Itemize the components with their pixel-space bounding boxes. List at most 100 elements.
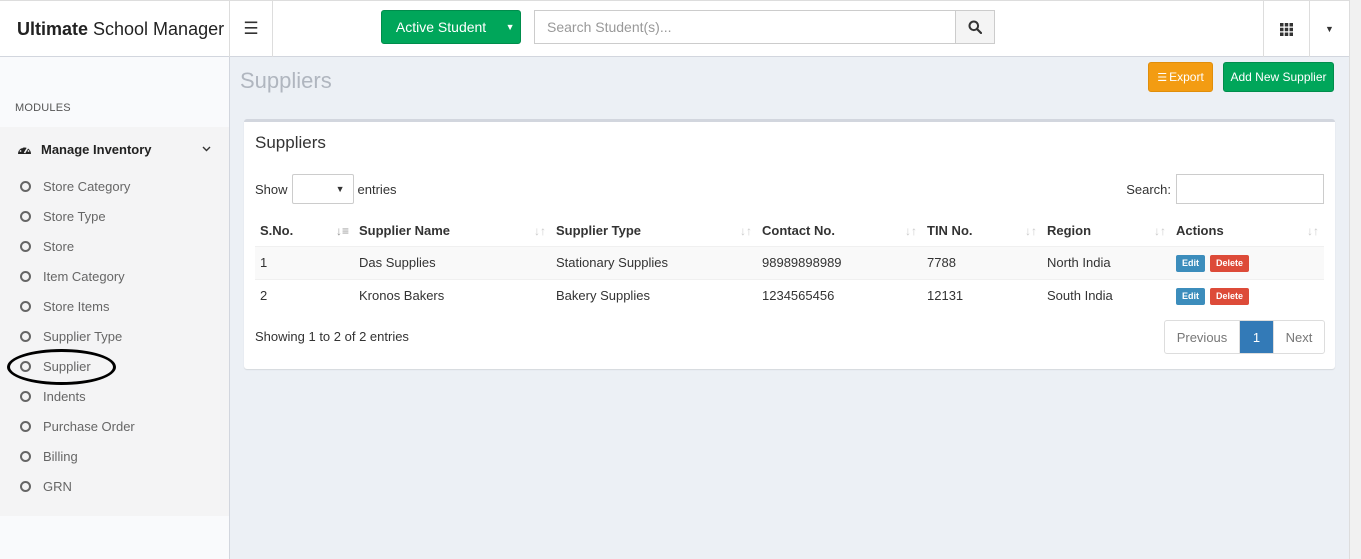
cell-actions: Edit Delete	[1171, 278, 1324, 312]
circle-icon	[20, 330, 31, 342]
student-search-input[interactable]	[535, 11, 955, 43]
search-label: Search:	[1126, 181, 1171, 197]
circle-icon	[20, 300, 31, 312]
header-label: Supplier Name	[359, 223, 451, 239]
pagination-previous[interactable]: Previous	[1165, 321, 1240, 353]
box-title: Suppliers	[255, 133, 326, 152]
column-header-actions[interactable]: Actions ↓↑	[1171, 216, 1324, 247]
sidebar-item-grn[interactable]: GRN	[0, 471, 229, 501]
sidebar-section-label: Manage Inventory	[41, 141, 152, 157]
dashboard-icon	[18, 144, 31, 154]
sidebar-item-billing[interactable]: Billing	[0, 441, 229, 471]
entries-label: entries	[357, 181, 397, 197]
student-search	[534, 10, 995, 44]
delete-button[interactable]: Delete	[1210, 287, 1250, 305]
circle-icon	[20, 450, 31, 462]
apps-grid-button[interactable]	[1263, 1, 1309, 57]
top-header: Ultimate School Manager ☰ Active Student…	[0, 0, 1361, 57]
cell-supplier-name: Das Supplies	[354, 245, 551, 279]
page-title: Suppliers	[240, 68, 332, 93]
table-info: Showing 1 to 2 of 2 entries	[255, 329, 409, 344]
table-row: 2 Kronos Bakers Bakery Supplies 12345654…	[255, 278, 1324, 312]
column-header-region[interactable]: Region ↓↑	[1042, 216, 1171, 247]
cell-sno: 2	[255, 278, 354, 312]
cell-region: North India	[1042, 245, 1171, 279]
manage-inventory-menu: Manage Inventory Store Category Store Ty…	[0, 127, 229, 516]
caret-down-icon: ▼	[1325, 24, 1334, 34]
sidebar-item-supplier-type[interactable]: Supplier Type	[0, 321, 229, 351]
cell-supplier-type: Stationary Supplies	[551, 245, 757, 279]
menu-toggle-icon[interactable]: ☰	[230, 1, 273, 57]
page-length-control: Show ▼ entries	[255, 174, 397, 204]
user-menu-toggle[interactable]: ▼	[1309, 1, 1349, 57]
modules-heading: MODULES	[15, 102, 71, 114]
export-label: Export	[1169, 70, 1204, 84]
table-search-input[interactable]	[1176, 174, 1324, 204]
table-search: Search:	[1126, 174, 1324, 204]
column-header-supplier-type[interactable]: Supplier Type ↓↑	[551, 216, 757, 247]
sidebar-item-purchase-order[interactable]: Purchase Order	[0, 411, 229, 441]
cell-tin-no: 7788	[922, 245, 1042, 279]
sort-icon: ↓↑	[1307, 224, 1319, 238]
sidebar-item-label: Supplier	[43, 358, 91, 374]
sort-icon: ↓↑	[534, 224, 546, 238]
cell-sno: 1	[255, 245, 354, 279]
sort-icon: ↓↑	[740, 224, 752, 238]
sidebar-item-store-items[interactable]: Store Items	[0, 291, 229, 321]
sort-asc-icon: ↓≡	[335, 224, 349, 238]
brand-bold: Ultimate	[17, 18, 89, 39]
active-student-label: Active Student	[395, 19, 487, 35]
column-header-supplier-name[interactable]: Supplier Name ↓↑	[354, 216, 551, 247]
sidebar-item-label: Indents	[43, 388, 86, 404]
add-new-supplier-button[interactable]: Add New Supplier	[1223, 62, 1334, 92]
header-label: TIN No.	[927, 223, 973, 239]
page-scrollbar[interactable]	[1349, 0, 1361, 559]
sidebar-item-label: GRN	[43, 478, 72, 494]
column-header-contact-no[interactable]: Contact No. ↓↑	[757, 216, 922, 247]
sidebar-item-indents[interactable]: Indents	[0, 381, 229, 411]
sidebar-item-supplier[interactable]: Supplier	[0, 351, 229, 381]
sort-icon: ↓↑	[1154, 224, 1166, 238]
pagination-page-1[interactable]: 1	[1240, 321, 1273, 353]
column-header-sno[interactable]: S.No. ↓≡	[255, 216, 354, 247]
circle-icon	[20, 270, 31, 282]
circle-icon	[20, 480, 31, 492]
entries-select[interactable]: ▼	[291, 174, 354, 204]
circle-icon	[20, 240, 31, 252]
brand-logo[interactable]: Ultimate School Manager	[0, 1, 230, 57]
circle-icon	[20, 180, 31, 192]
grid-icon	[1280, 22, 1293, 36]
edit-button[interactable]: Edit	[1176, 287, 1205, 305]
circle-icon	[20, 210, 31, 222]
show-label: Show	[255, 181, 288, 197]
circle-icon	[20, 360, 31, 372]
header-label: Contact No.	[762, 223, 835, 239]
active-student-dropdown[interactable]: Active Student ▼	[381, 10, 521, 44]
sidebar-item-manage-inventory[interactable]: Manage Inventory	[0, 127, 229, 171]
delete-button[interactable]: Delete	[1210, 254, 1250, 272]
sidebar-item-label: Store Type	[43, 208, 106, 224]
table-header-row: S.No. ↓≡ Supplier Name ↓↑ Supplier Type ↓↑ …	[255, 216, 1324, 247]
sidebar-item-item-category[interactable]: Item Category	[0, 261, 229, 291]
search-button[interactable]	[955, 11, 994, 43]
sort-icon: ↓↑	[1025, 224, 1037, 238]
sidebar-item-store[interactable]: Store	[0, 231, 229, 261]
edit-button[interactable]: Edit	[1176, 254, 1205, 272]
header-label: Region	[1047, 223, 1092, 239]
sidebar-item-store-type[interactable]: Store Type	[0, 201, 229, 231]
cell-supplier-name: Kronos Bakers	[354, 278, 551, 312]
header-label: S.No.	[260, 223, 294, 239]
cell-contact-no: 98989898989	[757, 245, 922, 279]
suppliers-box: Suppliers Show ▼ entries Search: S.No. ↓≡…	[244, 119, 1335, 369]
sidebar-item-label: Item Category	[43, 268, 125, 284]
menu-padding	[0, 501, 229, 516]
sidebar-item-store-category[interactable]: Store Category	[0, 171, 229, 201]
chevron-down-icon	[202, 146, 211, 152]
cell-contact-no: 1234565456	[757, 278, 922, 312]
pagination-next[interactable]: Next	[1273, 321, 1324, 353]
caret-down-icon[interactable]: ▼	[500, 22, 520, 32]
column-header-tin-no[interactable]: TIN No. ↓↑	[922, 216, 1042, 247]
export-button[interactable]: ☰ Export	[1148, 62, 1213, 92]
sidebar: MODULES Manage Inventory Store Category …	[0, 57, 230, 559]
sidebar-item-label: Store Category	[43, 178, 131, 194]
